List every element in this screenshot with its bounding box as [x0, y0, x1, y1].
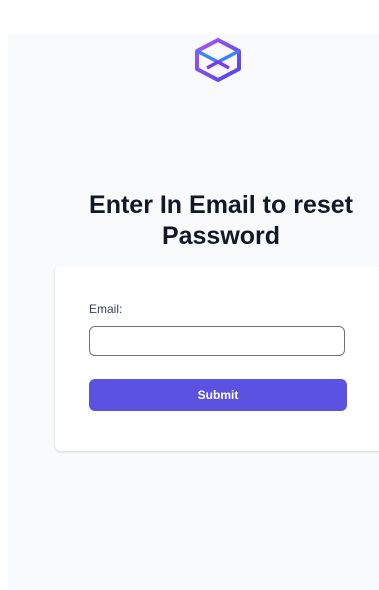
email-label: Email:: [89, 302, 123, 316]
submit-button[interactable]: Submit: [89, 379, 347, 411]
reset-password-card: Email: Submit: [55, 266, 379, 451]
hexagon-cube-logo-icon: [195, 38, 241, 82]
page-background: Enter In Email to reset Password Email: …: [8, 34, 379, 590]
email-input[interactable]: [89, 326, 345, 356]
page-title: Enter In Email to reset Password: [76, 190, 366, 252]
page-title-line-2: Password: [161, 222, 281, 250]
page-title-line-1: Enter In Email to reset: [89, 191, 353, 219]
